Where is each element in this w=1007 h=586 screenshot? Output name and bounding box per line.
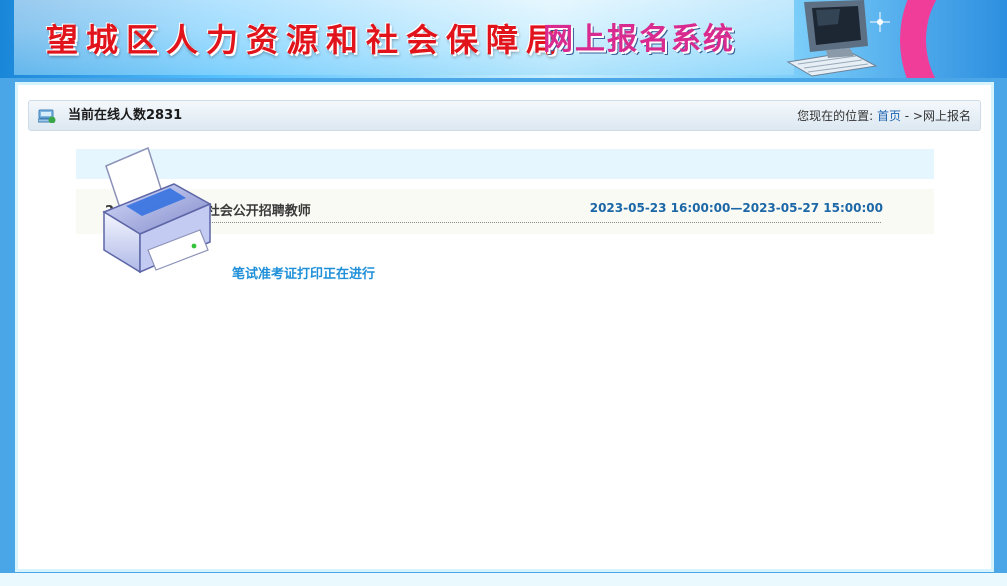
breadcrumb-current: 网上报名 bbox=[922, 109, 971, 123]
org-title: 望城区人力资源和社会保障局 bbox=[46, 21, 567, 59]
info-bar: 当前在线人数2831 您现在的位置: 首页 - >网上报名 bbox=[28, 100, 981, 131]
printer-icon bbox=[102, 146, 212, 274]
admission-ticket-print-link[interactable]: 笔试准考证打印正在进行 bbox=[232, 263, 375, 282]
header-banner: 望城区人力资源和社会保障局 网上报名系统 bbox=[0, 0, 1007, 78]
banner-decoration bbox=[900, 0, 1007, 78]
location-label: 您现在的位置: bbox=[797, 109, 874, 123]
footer-band bbox=[0, 573, 1007, 586]
notice-time-range: 2023-05-23 16:00:00—2023-05-27 15:00:00 bbox=[589, 201, 883, 215]
breadcrumb-separator: - > bbox=[900, 109, 923, 123]
system-title: 网上报名系统 bbox=[543, 22, 735, 57]
breadcrumb: 您现在的位置: 首页 - >网上报名 bbox=[797, 101, 971, 131]
online-count-text: 当前在线人数2831 bbox=[68, 101, 182, 131]
breadcrumb-home-link[interactable]: 首页 bbox=[877, 109, 901, 123]
online-count: 2831 bbox=[146, 108, 183, 123]
online-label: 当前在线人数 bbox=[68, 108, 147, 123]
computer-icon bbox=[786, 0, 890, 77]
notice-divider bbox=[105, 222, 881, 223]
online-users-icon bbox=[38, 109, 56, 123]
